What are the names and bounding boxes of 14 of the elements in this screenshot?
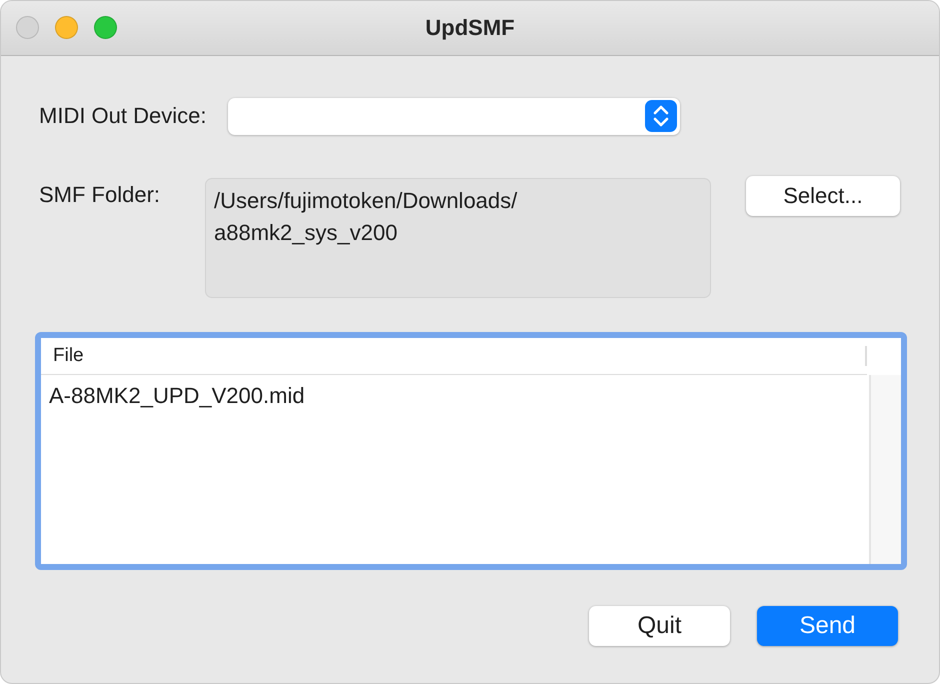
window-title: UpdSMF	[425, 15, 515, 41]
field-label: SMF Folder:	[39, 182, 162, 208]
folder-path-field: /Users/fujimotoken/Downloads/a88mk2_sys_v200	[205, 178, 711, 298]
file-table[interactable]: File A-88MK2_UPD_V200.mid	[35, 332, 907, 570]
device-dropdown[interactable]	[228, 98, 680, 134]
action-button[interactable]: Send	[757, 606, 898, 646]
action-button[interactable]: Quit	[589, 606, 730, 646]
field-label: MIDI Out Device:	[39, 103, 206, 129]
column-header[interactable]: File	[41, 345, 865, 367]
chevron-updown-icon	[645, 100, 678, 132]
select-button[interactable]: Select...	[746, 176, 900, 216]
file-row[interactable]: A-88MK2_UPD_V200.mid	[41, 375, 869, 417]
zoom-button[interactable]	[94, 16, 117, 39]
minimize-button[interactable]	[55, 16, 78, 39]
